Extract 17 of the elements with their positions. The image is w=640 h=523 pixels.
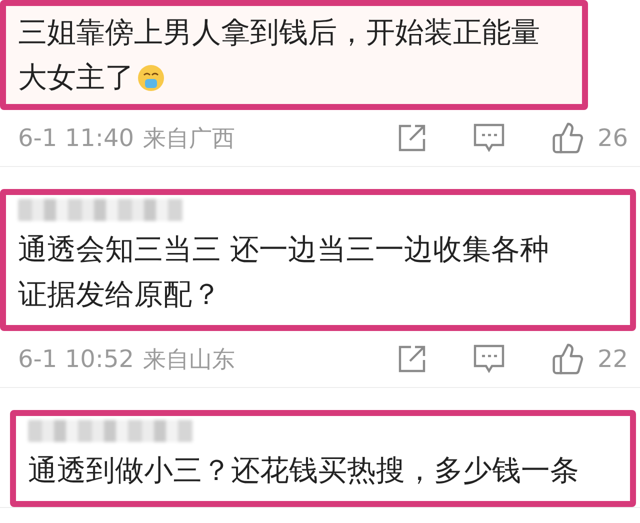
share-icon[interactable] xyxy=(397,123,428,153)
comment-text-line: 通透会知三当三 还一边当三一边收集各种 xyxy=(18,231,550,268)
like-icon[interactable] xyxy=(551,121,586,155)
comment-text-line: 证据发给原配？ xyxy=(18,276,221,313)
comment-text-line: 三姐靠傍上男人拿到钱后，开始装正能量 xyxy=(18,14,540,51)
comment-time: 6-1 10:52 xyxy=(18,345,135,373)
comment-icon[interactable] xyxy=(473,344,506,374)
like-count: 22 xyxy=(597,345,628,373)
share-icon[interactable] xyxy=(397,344,428,374)
comment-icon[interactable] xyxy=(473,123,506,153)
comment-time: 6-1 11:40 xyxy=(18,124,135,152)
like-icon[interactable] xyxy=(551,342,586,376)
comment-text-line: 通透到做小三？还花钱买热搜，多少钱一条 xyxy=(28,452,579,489)
comment-location: 来自广西 xyxy=(143,124,235,154)
comment-text-line: 大女主了 xyxy=(18,59,134,96)
like-count: 26 xyxy=(597,124,628,152)
comment-location: 来自山东 xyxy=(143,346,235,374)
